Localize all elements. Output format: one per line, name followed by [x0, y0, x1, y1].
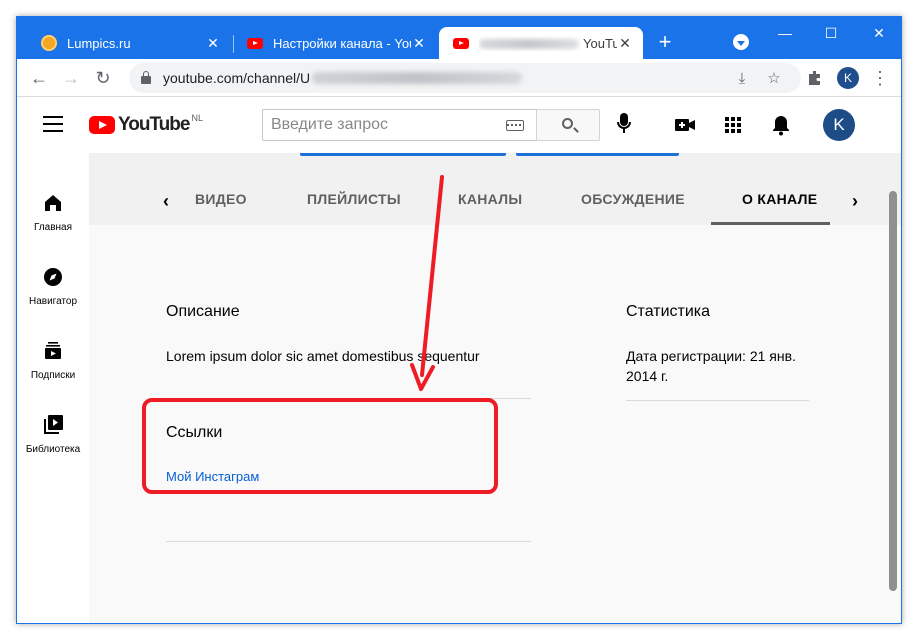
tab-current-channel[interactable]: YouTu ✕ [439, 27, 643, 59]
home-icon [45, 195, 61, 211]
close-icon[interactable]: ✕ [617, 35, 633, 51]
description-heading: Описание [166, 303, 240, 320]
sidebar-item-label: Навигатор [28, 296, 78, 307]
back-icon[interactable]: ← [27, 66, 51, 90]
close-window-icon[interactable]: ✕ [867, 23, 891, 43]
mini-guide-sidebar: Главная Навигатор Подписки Библиотека [17, 153, 89, 623]
youtube-header: YouTube NL K [17, 97, 901, 153]
subscriptions-icon [45, 342, 61, 359]
bookmark-star-icon[interactable]: ☆ [765, 70, 783, 88]
maximize-icon[interactable]: ☐ [819, 23, 843, 43]
tab-title-suffix: YouTu [583, 35, 617, 51]
tab-channels[interactable]: КАНАЛЫ [458, 191, 522, 207]
url-text: youtube.com/channel/U [163, 70, 311, 86]
youtube-favicon-icon [453, 37, 469, 49]
browser-window: Lumpics.ru ✕ Настройки канала - YouT ✕ Y… [16, 16, 902, 624]
tab-strip: Lumpics.ru ✕ Настройки канала - YouT ✕ Y… [17, 17, 901, 59]
tab-search-icon[interactable] [733, 34, 749, 50]
description-text: Lorem ipsum dolor sic amet domestibus se… [166, 348, 480, 364]
tab-about[interactable]: О КАНАЛЕ [742, 191, 817, 207]
notifications-bell-icon[interactable] [769, 113, 793, 137]
divider [626, 400, 809, 401]
create-video-icon[interactable] [673, 113, 697, 137]
country-code: NL [191, 113, 203, 123]
menu-icon[interactable] [43, 116, 63, 132]
address-bar[interactable]: youtube.com/channel/U ⤓ ☆ [129, 63, 801, 93]
banner-edge [300, 153, 506, 156]
tab-title: Lumpics.ru [67, 35, 131, 51]
minimize-icon[interactable]: — [773, 23, 797, 43]
youtube-play-icon [89, 116, 115, 134]
extensions-icon[interactable] [803, 66, 827, 90]
close-icon[interactable]: ✕ [411, 35, 427, 51]
youtube-favicon-icon [247, 37, 263, 49]
channel-about-page: ‹ ВИДЕО ПЛЕЙЛИСТЫ КАНАЛЫ ОБСУЖДЕНИЕ О КА… [89, 153, 901, 623]
registration-date-line2: 2014 г. [626, 368, 669, 384]
statistics-heading: Статистика [626, 303, 711, 320]
keyboard-icon[interactable] [506, 120, 524, 131]
scrollbar-thumb[interactable] [889, 191, 897, 591]
registration-date-line1: Дата регистрации: 21 янв. [626, 348, 796, 364]
new-tab-button[interactable]: + [653, 31, 677, 55]
tab-channel-settings[interactable]: Настройки канала - YouT ✕ [233, 27, 437, 59]
search-button[interactable] [536, 109, 600, 141]
sidebar-item-library[interactable]: Библиотека [17, 413, 89, 487]
tab-playlists[interactable]: ПЛЕЙЛИСТЫ [307, 191, 401, 207]
compass-icon [44, 268, 62, 286]
sidebar-item-label: Главная [33, 222, 73, 233]
sidebar-item-home[interactable]: Главная [17, 191, 89, 265]
microphone-icon[interactable] [617, 112, 631, 136]
tab-lumpics[interactable]: Lumpics.ru ✕ [27, 27, 231, 59]
tab-discussion[interactable]: ОБСУЖДЕНИЕ [581, 191, 685, 207]
lock-icon [141, 71, 151, 84]
channel-tabs-bar: ‹ ВИДЕО ПЛЕЙЛИСТЫ КАНАЛЫ ОБСУЖДЕНИЕ О КА… [89, 153, 901, 225]
selected-tab-indicator [711, 222, 830, 225]
highlight-box-annotation [142, 398, 498, 494]
tab-title: Настройки канала - YouT [273, 35, 411, 51]
search-box [262, 109, 536, 141]
logo-text: YouTube [118, 114, 190, 135]
blurred-url [312, 72, 523, 84]
sidebar-item-subscriptions[interactable]: Подписки [17, 339, 89, 413]
search-input[interactable] [271, 116, 495, 134]
account-avatar[interactable]: K [823, 109, 855, 141]
install-app-icon[interactable]: ⤓ [733, 70, 751, 88]
browser-profile-avatar[interactable]: K [837, 67, 859, 89]
divider [166, 541, 531, 542]
youtube-logo[interactable]: YouTube NL [89, 113, 203, 137]
lumpics-favicon-icon [41, 35, 57, 51]
browser-toolbar: ← → ↻ youtube.com/channel/U ⤓ ☆ K ⋮ [17, 59, 901, 97]
sidebar-item-explore[interactable]: Навигатор [17, 265, 89, 339]
banner-edge [516, 153, 679, 156]
chevron-left-icon[interactable]: ‹ [163, 191, 169, 212]
more-menu-icon[interactable]: ⋮ [871, 66, 889, 90]
blurred-text [479, 39, 579, 50]
chevron-right-icon[interactable]: › [852, 191, 858, 212]
sidebar-item-label: Библиотека [25, 444, 81, 455]
apps-grid-icon[interactable] [721, 113, 745, 137]
library-icon [44, 415, 63, 434]
forward-icon[interactable]: → [59, 66, 83, 90]
search-icon [562, 118, 573, 129]
tab-videos[interactable]: ВИДЕО [195, 191, 247, 207]
close-icon[interactable]: ✕ [205, 35, 221, 51]
sidebar-item-label: Подписки [30, 370, 76, 381]
reload-icon[interactable]: ↻ [91, 66, 115, 90]
tab-title: YouTu [479, 36, 617, 51]
